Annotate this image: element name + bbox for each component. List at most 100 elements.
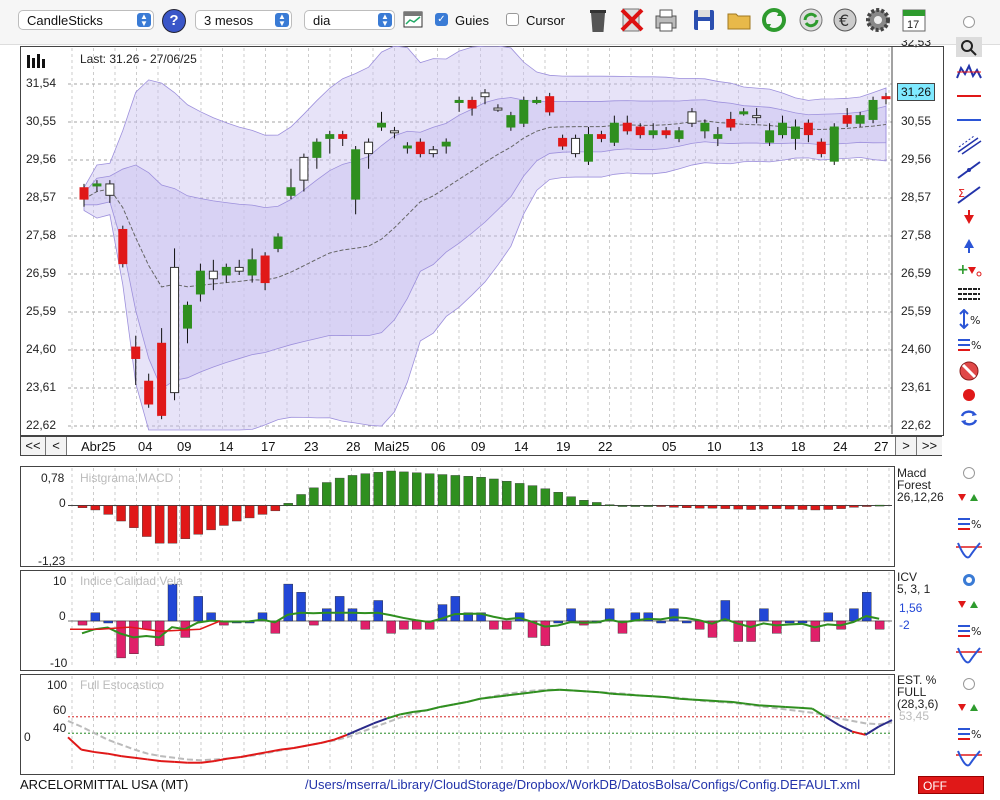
arrow-down-red-icon[interactable] <box>956 210 982 230</box>
macd-panel-radio[interactable] <box>963 467 975 479</box>
off-toggle-button[interactable]: OFF <box>918 776 984 794</box>
macd-bar <box>720 505 731 509</box>
euro-icon[interactable]: € <box>831 6 859 34</box>
percent-scale-icon[interactable]: % <box>956 334 982 354</box>
trash-icon[interactable] <box>584 6 612 34</box>
config-path-link[interactable]: /Users/mserra/Library/CloudStorage/Dropb… <box>305 777 860 792</box>
first-page-button[interactable]: << <box>21 437 46 455</box>
icv-bar <box>322 608 332 622</box>
candlestick <box>92 183 102 187</box>
candlestick <box>622 122 632 132</box>
chart-window-icon[interactable] <box>402 9 424 31</box>
last-price-label: Last: 31.26 - 27/06/25 <box>80 52 197 66</box>
delete-icon[interactable] <box>618 6 646 34</box>
refresh-icon[interactable] <box>760 6 788 34</box>
signal-arrows-icon[interactable] <box>956 698 982 718</box>
period-select[interactable]: 3 mesos ▲ ▼ <box>195 10 292 30</box>
help-icon[interactable]: ? <box>162 9 186 33</box>
candlestick <box>170 266 180 394</box>
percent-scale-icon[interactable]: % <box>956 513 982 533</box>
toolbar: CandleSticks ▲ ▼ ? 3 mesos ▲ ▼ dia ▲ ▼ ✓ Gu… <box>0 0 1000 45</box>
stop-icon[interactable] <box>956 361 982 381</box>
candlestick <box>480 92 490 98</box>
channel-icon[interactable] <box>956 135 982 155</box>
candlestick <box>493 107 503 111</box>
candlestick <box>208 270 218 280</box>
svg-text:%: % <box>971 518 981 531</box>
macd-bar <box>219 505 229 526</box>
signal-arrows-icon[interactable] <box>956 488 982 508</box>
stochastic-k-line <box>359 722 375 731</box>
icv-value-blue: 1,56 <box>899 601 923 615</box>
candlestick <box>312 141 322 158</box>
arrow-up-blue-icon[interactable] <box>956 234 982 254</box>
main-panel-radio[interactable] <box>963 16 975 28</box>
candlestick <box>687 111 697 124</box>
interval-select[interactable]: dia ▲ ▼ <box>304 10 395 30</box>
icv-tick-top: 10 <box>53 574 67 588</box>
candlestick <box>558 137 568 147</box>
trendline-icon[interactable] <box>956 160 982 180</box>
stochastic-legend: EST. % FULL (28,3,6) <box>897 673 939 711</box>
y-axis-label-left: 27,58 <box>26 228 57 242</box>
vertical-scale-icon[interactable]: % <box>956 309 982 329</box>
zoom-icon[interactable] <box>956 37 982 57</box>
indicator-chart-icon[interactable] <box>956 62 982 82</box>
oscillator-icon[interactable] <box>956 645 982 665</box>
add-signal-icon[interactable]: + <box>956 259 982 279</box>
percent-scale-icon[interactable]: % <box>956 620 982 640</box>
stochastic-title: Full Estocastico <box>80 678 165 692</box>
macd-bar <box>412 472 422 506</box>
macd-bar <box>283 503 293 506</box>
grid-lines-icon[interactable] <box>956 284 982 304</box>
candlestick <box>803 122 813 136</box>
calendar-icon[interactable]: 17 <box>900 6 928 34</box>
macd-tick-zero: 0 <box>59 496 66 510</box>
previous-button[interactable]: < <box>46 437 67 455</box>
print-icon[interactable] <box>652 6 680 34</box>
macd-bar <box>874 504 885 507</box>
oscillator-icon[interactable] <box>956 748 982 768</box>
icv-bar <box>193 596 203 622</box>
cursor-checkbox[interactable] <box>506 13 519 26</box>
save-icon[interactable] <box>690 6 718 34</box>
fibonacci-icon[interactable]: Σ <box>956 185 982 205</box>
macd-bar <box>437 474 448 506</box>
stochastic-k-line <box>81 748 95 754</box>
next-button[interactable]: > <box>895 437 916 455</box>
macd-bar <box>746 505 756 510</box>
candlestick <box>402 145 412 149</box>
stochastic-k-line <box>732 701 746 705</box>
open-folder-icon[interactable] <box>725 6 753 34</box>
sync-icon[interactable] <box>797 6 825 34</box>
candlestick <box>532 99 542 103</box>
icv-panel-radio[interactable] <box>963 574 975 586</box>
y-axis-label-left: 29,56 <box>26 152 57 166</box>
icv-value-red: -2 <box>899 618 910 632</box>
oscillator-icon[interactable] <box>956 540 982 560</box>
sync-arrows-icon[interactable] <box>956 408 982 428</box>
stochastic-k-line <box>772 705 786 708</box>
period-value: 3 mesos <box>204 13 254 28</box>
guides-checkbox[interactable]: ✓ <box>435 13 448 26</box>
stochastic-k-line <box>546 688 560 692</box>
signal-arrows-icon[interactable] <box>956 595 982 615</box>
macd-bar <box>129 505 139 528</box>
macd-bar <box>347 475 358 506</box>
candlestick <box>829 126 839 162</box>
percent-scale-icon[interactable]: % <box>956 723 982 743</box>
horizontal-line-red-icon[interactable] <box>956 86 982 106</box>
stochastic-panel-radio[interactable] <box>963 678 975 690</box>
last-page-button[interactable]: >> <box>916 437 942 455</box>
macd-bar <box>836 505 846 509</box>
chart-type-select[interactable]: CandleSticks ▲ ▼ <box>18 10 154 30</box>
candlestick <box>842 115 852 124</box>
y-axis-label-left: 24,60 <box>26 342 57 356</box>
candlestick <box>506 115 516 128</box>
price-chart[interactable] <box>20 46 942 434</box>
icv-bar <box>797 620 808 624</box>
horizontal-line-blue-icon[interactable] <box>956 110 982 130</box>
settings-gear-icon[interactable] <box>864 6 892 34</box>
record-icon[interactable] <box>956 385 982 405</box>
stochastic-k-line <box>798 706 813 710</box>
